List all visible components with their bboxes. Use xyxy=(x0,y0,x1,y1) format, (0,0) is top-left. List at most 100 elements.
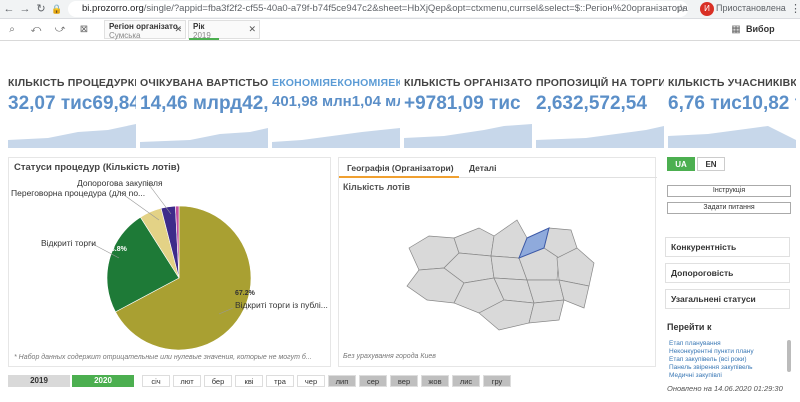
lock-icon: 🔒 xyxy=(51,4,63,14)
month-button[interactable]: жов xyxy=(421,375,449,387)
pie-label-below-threshold: Допорогова закупівля xyxy=(77,178,163,188)
right-sidebar: UA EN Інструкція Задати питання Конкурен… xyxy=(665,155,795,395)
nav-below-threshold[interactable]: Допороговість xyxy=(665,263,790,283)
map-tabs: Географія (Організатори) Деталі xyxy=(339,158,657,178)
smart-search-icon[interactable]: ⌕ xyxy=(6,24,18,36)
nav-competitiveness[interactable]: Конкурентність xyxy=(665,237,790,257)
goto-link-reconciliation[interactable]: Панель звірення закупівель xyxy=(669,364,753,371)
back-icon[interactable]: ← xyxy=(2,2,16,16)
kpi-sparkline xyxy=(404,124,532,148)
kpi-label: ПРОПОЗИЦІЙ НА ТОРГИП... xyxy=(536,77,664,89)
pie-label-negotiated: Переговорна процедура (для no... xyxy=(11,188,146,198)
kpi-sparkline xyxy=(536,126,664,148)
month-button[interactable]: лют xyxy=(173,375,201,387)
kpi-organizers[interactable]: КІЛЬКІСТЬ ОРГАНІЗАТОР... +9781,09 тис xyxy=(404,77,532,150)
status-pie-panel: Статуси процедур (Кількість лотів) Перег… xyxy=(8,157,331,367)
links-scrollbar[interactable] xyxy=(787,340,791,372)
pie-label-open-tenders: Відкриті торги xyxy=(41,238,96,248)
active-tab-indicator xyxy=(339,176,459,178)
pie-footnote: * Набор данных содержит отрицательные ил… xyxy=(14,354,312,361)
url-host: bi.prozorro.org xyxy=(82,3,144,14)
step-back-icon[interactable]: ⤺ xyxy=(30,24,42,36)
browser-menu-icon[interactable]: ⋮ xyxy=(790,2,800,15)
kpi-sparkline xyxy=(668,126,796,148)
map-note: Без урахування города Киев xyxy=(343,353,436,360)
goto-title: Перейти к xyxy=(667,322,712,332)
month-button[interactable]: лип xyxy=(328,375,356,387)
month-button[interactable]: січ xyxy=(142,375,170,387)
kpi-label: ЕКОНОМІЯЕКОНОМІЯЕК... xyxy=(272,77,400,89)
selection-chip-title: Рік xyxy=(193,22,205,31)
updated-timestamp: Оновлено на 14.06.2020 01:29:30 xyxy=(667,384,783,393)
close-icon[interactable]: ✕ xyxy=(174,25,182,34)
kpi-sparkline xyxy=(272,128,400,148)
map-region xyxy=(528,299,565,324)
url-path: /single/?appid=fba3f2f2-cf55-40a0-a79f-b… xyxy=(143,3,688,14)
kpi-procedures[interactable]: КІЛЬКІСТЬ ПРОЦЕДУРКІ... 32,07 тис69,84 xyxy=(8,77,136,150)
pie-percent-open-tenders: 23.8% xyxy=(107,246,127,253)
kpi-expected-value[interactable]: ОЧІКУВАНА ВАРТІСТЬОЧ... 14,46 млрд42,3 xyxy=(140,77,268,150)
goto-link-noncompetitive[interactable]: Неконкурентні пункти плану xyxy=(669,348,754,355)
kpi-sparkline xyxy=(8,124,136,148)
month-button[interactable]: чер xyxy=(297,375,325,387)
year-2020-button[interactable]: 2020 xyxy=(72,375,134,387)
browser-toolbar: ← → ↻ 🔒 bi.prozorro.org/single/?appid=fb… xyxy=(0,0,800,19)
selection-chip-title: Регіон організато... xyxy=(109,22,181,31)
forward-icon[interactable]: → xyxy=(18,2,32,16)
kpi-label: КІЛЬКІСТЬ ОРГАНІЗАТОР... xyxy=(404,77,532,89)
month-button[interactable]: кві xyxy=(235,375,263,387)
goto-link-planning[interactable]: Етап планування xyxy=(669,340,721,347)
map-region xyxy=(453,227,495,257)
kpi-value: 2,632,572,54 xyxy=(536,93,647,114)
kpi-label: КІЛЬКІСТЬ ПРОЦЕДУРКІ... xyxy=(8,77,136,89)
selections-button[interactable]: Вибор xyxy=(746,24,775,34)
address-bar[interactable]: bi.prozorro.org/single/?appid=fba3f2f2-c… xyxy=(68,1,688,17)
kpi-savings[interactable]: ЕКОНОМІЯЕКОНОМІЯЕК... 401,98 млн1,04 млр… xyxy=(272,77,400,150)
reload-icon[interactable]: ↻ xyxy=(34,2,48,16)
close-icon[interactable]: ✕ xyxy=(248,25,256,34)
selection-chip-value: Сумська xyxy=(109,31,141,40)
tab-details[interactable]: Деталі xyxy=(469,163,496,173)
profile-avatar[interactable]: И xyxy=(700,2,714,16)
ask-question-button[interactable]: Задати питання xyxy=(667,202,791,214)
instruction-button[interactable]: Інструкція xyxy=(667,185,791,197)
timeline-filter: 2019 2020 січ лют бер кві тра чер лип се… xyxy=(8,375,524,389)
pie-percent-open-tenders-public: 67.2% xyxy=(235,290,255,297)
month-button[interactable]: вер xyxy=(390,375,418,387)
selections-list-icon[interactable]: ▦ xyxy=(730,24,742,36)
nav-general-statuses[interactable]: Узагальнені статуси xyxy=(665,289,790,309)
goto-link-procurement[interactable]: Етап закупівель (всі роки) xyxy=(669,356,747,363)
kpi-row: КІЛЬКІСТЬ ПРОЦЕДУРКІ... 32,07 тис69,84 О… xyxy=(0,77,800,150)
selection-indicator xyxy=(189,38,219,40)
selection-chip-region[interactable]: Регіон організато... Сумська ✕ xyxy=(104,20,186,40)
goto-link-medical[interactable]: Медичні закупівлі xyxy=(669,372,722,379)
kpi-label: КІЛЬКІСТЬ УЧАСНИКІВКІ... xyxy=(668,77,796,89)
month-button[interactable]: тра xyxy=(266,375,294,387)
kpi-value: 401,98 млн1,04 млрд xyxy=(272,93,400,110)
year-2019-button[interactable]: 2019 xyxy=(8,375,70,387)
kpi-bids[interactable]: ПРОПОЗИЦІЙ НА ТОРГИП... 2,632,572,54 xyxy=(536,77,664,150)
lang-ua-button[interactable]: UA xyxy=(667,157,695,171)
month-button[interactable]: лис xyxy=(452,375,480,387)
month-button[interactable]: гру xyxy=(483,375,511,387)
kpi-value: +9781,09 тис xyxy=(404,93,521,114)
clear-selections-icon[interactable]: ⊠ xyxy=(78,24,90,36)
selection-chip-year[interactable]: Рік 2019 ✕ xyxy=(188,20,260,40)
month-button[interactable]: бер xyxy=(204,375,232,387)
kpi-participants[interactable]: КІЛЬКІСТЬ УЧАСНИКІВКІ... 6,76 тис10,82 т xyxy=(668,77,796,150)
tab-geography[interactable]: Географія (Організатори) xyxy=(347,163,454,173)
kpi-value: 14,46 млрд42,3 xyxy=(140,93,268,114)
month-button[interactable]: сер xyxy=(359,375,387,387)
selection-toolbar: ⌕ ⤺ ⤻ ⊠ Регіон організато... Сумська ✕ Р… xyxy=(0,19,800,41)
sync-status[interactable]: Приостановлена xyxy=(716,3,786,13)
kpi-value: 32,07 тис69,84 xyxy=(8,93,136,114)
pie-label-open-tenders-public: Відкриті торги із публі... xyxy=(235,300,328,310)
lang-en-button[interactable]: EN xyxy=(697,157,725,171)
ukraine-map[interactable] xyxy=(399,208,599,338)
step-forward-icon[interactable]: ⤻ xyxy=(54,24,66,36)
kpi-label: ОЧІКУВАНА ВАРТІСТЬОЧ... xyxy=(140,77,268,89)
kpi-sparkline xyxy=(140,128,268,148)
map-title: Кількість лотів xyxy=(343,182,411,192)
map-panel: Географія (Організатори) Деталі Кількіст… xyxy=(338,157,657,367)
bookmark-star-icon[interactable]: ☆ xyxy=(676,2,686,15)
